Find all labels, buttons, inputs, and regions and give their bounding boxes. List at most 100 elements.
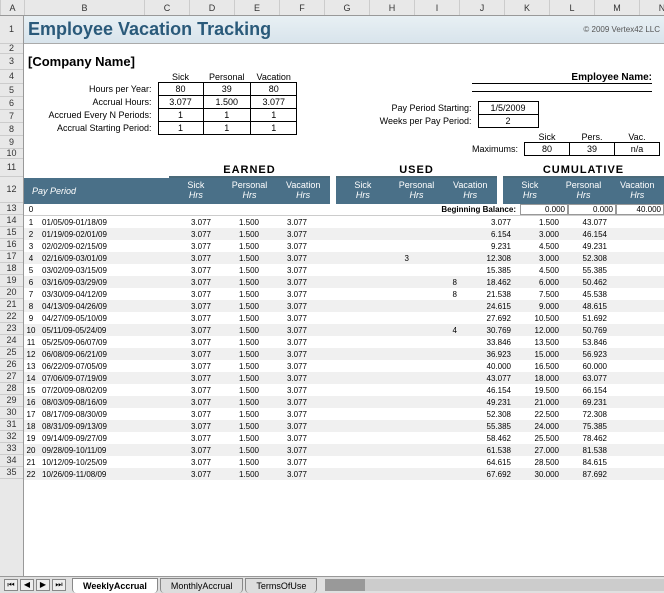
earned-cell[interactable]: 3.077 xyxy=(169,410,217,419)
param-cell[interactable]: 1 xyxy=(158,122,203,135)
col-header-J[interactable]: J xyxy=(460,0,505,15)
earned-cell[interactable]: 3.077 xyxy=(169,218,217,227)
earned-cell[interactable]: 1.500 xyxy=(217,254,265,263)
row-header[interactable]: 13 xyxy=(0,203,23,215)
col-header-N[interactable]: N xyxy=(640,0,664,15)
table-row[interactable]: 1507/20/09-08/02/093.0771.5003.07746.154… xyxy=(24,384,664,396)
tab-last-icon[interactable]: ⏭ xyxy=(52,579,66,591)
col-header-K[interactable]: K xyxy=(505,0,550,15)
row-header[interactable]: 27 xyxy=(0,371,23,383)
earned-cell[interactable]: 3.077 xyxy=(265,242,313,251)
earned-cell[interactable]: 3.077 xyxy=(265,386,313,395)
earned-cell[interactable]: 3.077 xyxy=(169,422,217,431)
row-header[interactable]: 11 xyxy=(0,159,23,177)
max-cell[interactable]: 39 xyxy=(570,143,615,156)
used-cell[interactable]: 8 xyxy=(415,278,463,287)
row-header[interactable]: 3 xyxy=(0,54,23,70)
earned-cell[interactable]: 1.500 xyxy=(217,434,265,443)
row-header[interactable]: 4 xyxy=(0,70,23,84)
begin-sick[interactable]: 0.000 xyxy=(520,204,568,215)
earned-cell[interactable]: 3.077 xyxy=(265,338,313,347)
table-row[interactable]: 904/27/09-05/10/093.0771.5003.07727.6921… xyxy=(24,312,664,324)
table-row[interactable]: 1608/03/09-08/16/093.0771.5003.07749.231… xyxy=(24,396,664,408)
row-header[interactable]: 31 xyxy=(0,419,23,431)
row-header[interactable]: 22 xyxy=(0,311,23,323)
row-header[interactable]: 25 xyxy=(0,347,23,359)
col-header-G[interactable]: G xyxy=(325,0,370,15)
earned-cell[interactable]: 3.077 xyxy=(265,302,313,311)
earned-cell[interactable]: 3.077 xyxy=(169,338,217,347)
earned-cell[interactable]: 3.077 xyxy=(169,362,217,371)
earned-cell[interactable]: 1.500 xyxy=(217,314,265,323)
table-row[interactable]: 503/02/09-03/15/093.0771.5003.07715.3854… xyxy=(24,264,664,276)
col-header-B[interactable]: B xyxy=(25,0,145,15)
earned-cell[interactable]: 1.500 xyxy=(217,410,265,419)
param-cell[interactable]: 1.500 xyxy=(203,96,251,109)
row-header[interactable]: 35 xyxy=(0,467,23,479)
earned-cell[interactable]: 3.077 xyxy=(265,422,313,431)
param-cell[interactable]: 1 xyxy=(203,109,251,122)
table-row[interactable]: 703/30/09-04/12/093.0771.5003.077821.538… xyxy=(24,288,664,300)
earned-cell[interactable]: 3.077 xyxy=(169,266,217,275)
earned-cell[interactable]: 3.077 xyxy=(265,266,313,275)
earned-cell[interactable]: 3.077 xyxy=(265,290,313,299)
param-cell[interactable]: 3.077 xyxy=(251,96,297,109)
table-row[interactable]: 2110/12/09-10/25/093.0771.5003.07764.615… xyxy=(24,456,664,468)
col-header-L[interactable]: L xyxy=(550,0,595,15)
row-header[interactable]: 7 xyxy=(0,110,23,123)
param-cell[interactable]: 1 xyxy=(251,122,297,135)
row-header[interactable]: 34 xyxy=(0,455,23,467)
earned-cell[interactable]: 3.077 xyxy=(265,326,313,335)
row-header[interactable]: 21 xyxy=(0,299,23,311)
earned-cell[interactable]: 1.500 xyxy=(217,290,265,299)
earned-cell[interactable]: 1.500 xyxy=(217,350,265,359)
earned-cell[interactable]: 3.077 xyxy=(169,314,217,323)
earned-cell[interactable]: 3.077 xyxy=(169,230,217,239)
earned-cell[interactable]: 3.077 xyxy=(265,410,313,419)
row-header[interactable]: 10 xyxy=(0,149,23,159)
row-header[interactable]: 19 xyxy=(0,275,23,287)
tab-prev-icon[interactable]: ◀ xyxy=(20,579,34,591)
param-cell[interactable]: 1 xyxy=(203,122,251,135)
earned-cell[interactable]: 1.500 xyxy=(217,302,265,311)
earned-cell[interactable]: 1.500 xyxy=(217,362,265,371)
earned-cell[interactable]: 3.077 xyxy=(169,326,217,335)
used-cell[interactable]: 3 xyxy=(367,254,415,263)
max-cell[interactable]: 80 xyxy=(525,143,570,156)
table-row[interactable]: 1005/11/09-05/24/093.0771.5003.077430.76… xyxy=(24,324,664,336)
earned-cell[interactable]: 3.077 xyxy=(265,398,313,407)
horizontal-scrollbar[interactable] xyxy=(325,579,664,591)
tab-next-icon[interactable]: ▶ xyxy=(36,579,50,591)
begin-vac[interactable]: 40.000 xyxy=(616,204,664,215)
employee-name-field[interactable] xyxy=(472,91,652,92)
earned-cell[interactable]: 3.077 xyxy=(265,446,313,455)
begin-pers[interactable]: 0.000 xyxy=(568,204,616,215)
col-header-I[interactable]: I xyxy=(415,0,460,15)
earned-cell[interactable]: 1.500 xyxy=(217,398,265,407)
row-header[interactable]: 14 xyxy=(0,215,23,227)
earned-cell[interactable]: 3.077 xyxy=(265,458,313,467)
earned-cell[interactable]: 1.500 xyxy=(217,230,265,239)
earned-cell[interactable]: 1.500 xyxy=(217,266,265,275)
earned-cell[interactable]: 1.500 xyxy=(217,422,265,431)
earned-cell[interactable]: 1.500 xyxy=(217,218,265,227)
tab-first-icon[interactable]: ⏮ xyxy=(4,579,18,591)
tab-weekly[interactable]: WeeklyAccrual xyxy=(72,578,158,593)
row-header[interactable]: 16 xyxy=(0,239,23,251)
earned-cell[interactable]: 1.500 xyxy=(217,374,265,383)
row-header[interactable]: 33 xyxy=(0,443,23,455)
earned-cell[interactable]: 3.077 xyxy=(169,470,217,479)
row-header[interactable]: 8 xyxy=(0,123,23,136)
table-row[interactable]: 2009/28/09-10/11/093.0771.5003.07761.538… xyxy=(24,444,664,456)
earned-cell[interactable]: 3.077 xyxy=(265,350,313,359)
earned-cell[interactable]: 3.077 xyxy=(169,254,217,263)
col-header-D[interactable]: D xyxy=(190,0,235,15)
row-header[interactable]: 24 xyxy=(0,335,23,347)
col-header-E[interactable]: E xyxy=(235,0,280,15)
row-header[interactable]: 15 xyxy=(0,227,23,239)
earned-cell[interactable]: 1.500 xyxy=(217,242,265,251)
max-cell[interactable]: n/a xyxy=(615,143,660,156)
row-header[interactable]: 17 xyxy=(0,251,23,263)
earned-cell[interactable]: 3.077 xyxy=(265,230,313,239)
col-header-F[interactable]: F xyxy=(280,0,325,15)
